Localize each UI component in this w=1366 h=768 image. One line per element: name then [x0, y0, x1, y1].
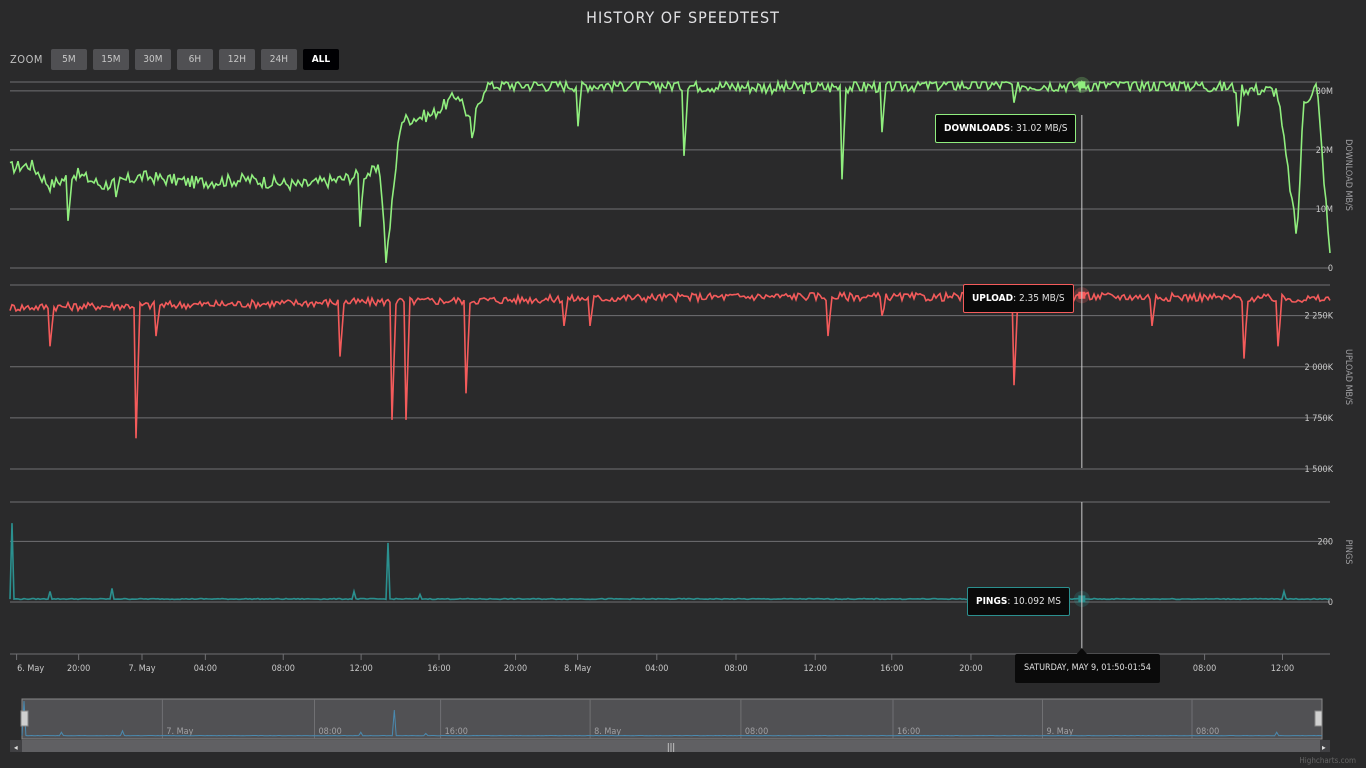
x-tick-label: 16:00: [427, 664, 450, 674]
navigator-left-handle[interactable]: [20, 710, 29, 727]
x-tick-label: 20:00: [504, 664, 527, 674]
series-line-pings: [9, 523, 1331, 601]
x-tick-label: 08:00: [724, 664, 747, 674]
upload-tooltip: UPLOAD: 2.35 MB/S: [963, 284, 1074, 313]
x-tick-label: 8. May: [564, 664, 591, 674]
upload-tooltip-label: UPLOAD: [972, 293, 1014, 304]
y-tick-label: 200: [1318, 537, 1333, 547]
y-axis-title: PINGS: [1343, 540, 1353, 565]
y-tick-label: 2 250K: [1305, 312, 1334, 322]
scrollbar-grip-icon: |||: [667, 743, 675, 753]
download-tooltip: DOWNLOADS: 31.02 MB/S: [935, 114, 1077, 143]
y-tick-label: 1 500K: [1305, 465, 1334, 475]
series-line-upload: [9, 288, 1331, 439]
x-tick-label: 04:00: [645, 664, 668, 674]
ping-tooltip: PINGS: 10.092 MS: [967, 587, 1071, 616]
download-tooltip-value: : 31.02 MB/S: [1010, 123, 1068, 134]
ping-tooltip-label: PINGS: [976, 596, 1008, 607]
y-tick-label: 0: [1328, 264, 1333, 274]
x-tick-label: 7. May: [128, 664, 155, 674]
x-tick-label: 6. May: [17, 664, 44, 674]
series-line-downloads: [9, 78, 1331, 263]
scroll-left-arrow-icon[interactable]: ◂: [14, 743, 18, 752]
x-tick-label: 08:00: [1193, 664, 1216, 674]
scroll-right-arrow-icon[interactable]: ▸: [1322, 743, 1326, 752]
time-tooltip: SATURDAY, MAY 9, 01:50-01:54: [1015, 654, 1160, 683]
credits-link[interactable]: Highcharts.com: [1299, 756, 1356, 765]
x-tick-label: 12:00: [804, 664, 827, 674]
y-tick-label: 10M: [1316, 205, 1333, 215]
ping-tooltip-value: : 10.092 MS: [1007, 596, 1062, 607]
y-tick-label: 2 000K: [1305, 363, 1334, 373]
y-tick-label: 20M: [1316, 146, 1333, 156]
x-tick-label: 12:00: [1271, 664, 1294, 674]
navigator-right-handle[interactable]: [1314, 710, 1323, 727]
chart-canvas[interactable]: 010M20M30MDOWNLOAD MB/S1 500K1 750K2 000…: [0, 0, 1366, 768]
x-tick-label: 12:00: [349, 664, 372, 674]
x-tick-label: 20:00: [959, 664, 982, 674]
x-tick-label: 16:00: [880, 664, 903, 674]
upload-tooltip-value: : 2.35 MB/S: [1013, 293, 1065, 304]
x-tick-label: 08:00: [272, 664, 295, 674]
x-tick-label: 04:00: [194, 664, 217, 674]
x-tick-label: 20:00: [67, 664, 90, 674]
navigator-mask: [21, 698, 1323, 740]
y-tick-label: 1 750K: [1305, 414, 1334, 424]
y-axis-title: UPLOAD MB/S: [1343, 349, 1353, 405]
y-axis-title: DOWNLOAD MB/S: [1343, 139, 1353, 211]
download-tooltip-label: DOWNLOADS: [944, 123, 1011, 134]
hover-marker: [1078, 81, 1086, 89]
